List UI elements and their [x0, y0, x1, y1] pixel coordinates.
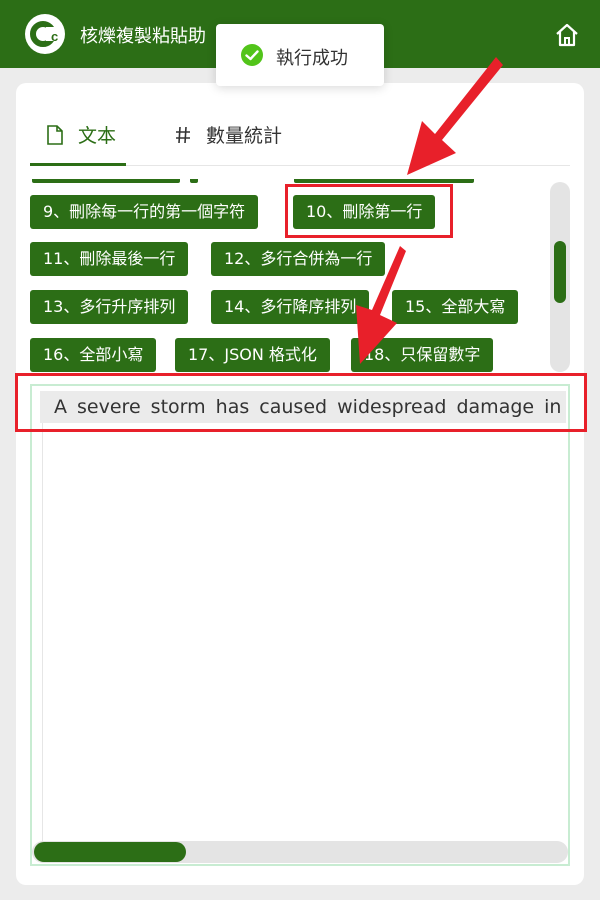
check-circle-icon	[241, 44, 263, 66]
sort-ascending-button[interactable]: 13、多行升序排列	[30, 290, 189, 324]
editor-first-line[interactable]: A severe storm has caused widespread dam…	[40, 391, 566, 423]
tab-text[interactable]: 文本	[46, 121, 116, 151]
json-format-button[interactable]: 17、JSON 格式化	[175, 338, 330, 372]
hash-icon	[176, 126, 190, 144]
tab-text-label: 文本	[78, 125, 117, 147]
document-icon	[47, 125, 63, 145]
scrolled-button-edge	[32, 179, 180, 183]
main-panel: 文本 數量統計 9、刪除每一行的第一個字符 10、刪除第一行 11、刪除最後一行…	[16, 83, 584, 885]
app-title: 核爍複製粘貼助	[80, 26, 206, 47]
lowercase-button[interactable]: 16、全部小寫	[30, 338, 157, 372]
text-editor[interactable]	[30, 384, 570, 866]
delete-last-line-button[interactable]: 11、刪除最後一行	[30, 242, 189, 276]
success-toast: 執行成功	[216, 24, 384, 86]
scrolled-button-edge	[294, 179, 474, 183]
editor-gutter-line	[42, 393, 43, 845]
buttons-scrollbar-thumb[interactable]	[554, 241, 566, 303]
tab-stats-label: 數量統計	[206, 125, 283, 147]
svg-text:c: c	[51, 29, 58, 44]
home-icon[interactable]	[552, 20, 582, 50]
delete-first-line-button[interactable]: 10、刪除第一行	[293, 195, 436, 229]
merge-lines-button[interactable]: 12、多行合併為一行	[211, 242, 386, 276]
uppercase-button[interactable]: 15、全部大寫	[392, 290, 519, 324]
remove-first-char-button[interactable]: 9、刪除每一行的第一個字符	[30, 195, 259, 229]
sort-descending-button[interactable]: 14、多行降序排列	[211, 290, 370, 324]
keep-digits-button[interactable]: 18、只保留數字	[351, 338, 494, 372]
scrolled-button-edge	[190, 179, 198, 183]
cc-logo: c	[25, 14, 65, 54]
tab-stats[interactable]: 數量統計	[174, 121, 282, 151]
toast-message: 執行成功	[276, 48, 348, 69]
active-tab-indicator	[30, 163, 126, 166]
editor-horizontal-scrollbar-thumb[interactable]	[34, 842, 186, 862]
